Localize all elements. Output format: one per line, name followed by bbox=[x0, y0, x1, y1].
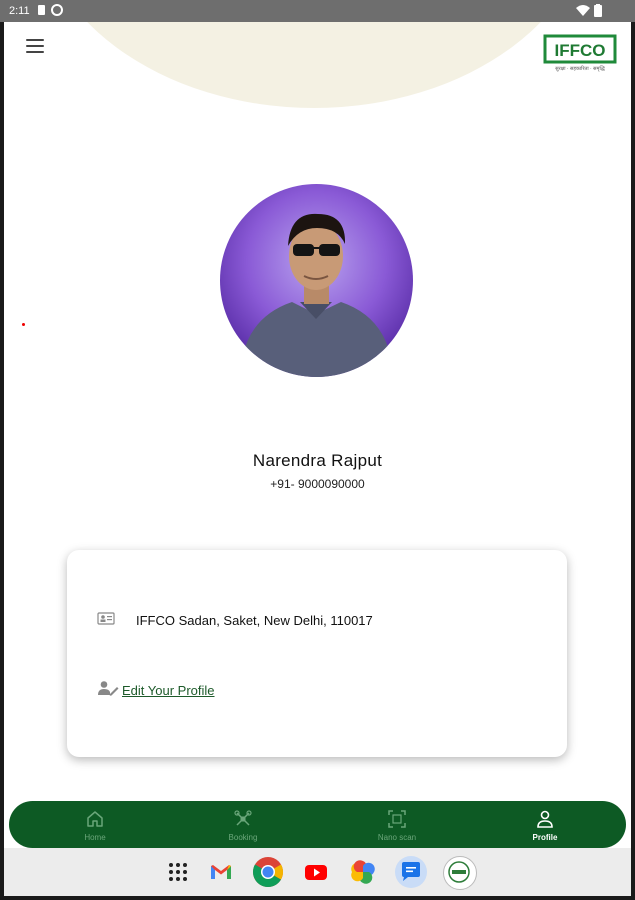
nav-profile[interactable]: Profile bbox=[495, 801, 595, 848]
profile-address: IFFCO Sadan, Saket, New Delhi, 110017 bbox=[136, 613, 373, 628]
system-dock bbox=[4, 848, 631, 896]
google-photos-icon[interactable] bbox=[347, 856, 379, 888]
nav-nano-scan[interactable]: Nano scan bbox=[347, 801, 447, 848]
id-card-icon bbox=[97, 612, 115, 625]
iffco-logo: IFFCO सुरक्षा · सहकारिता · समृद्धि bbox=[543, 34, 617, 74]
nav-profile-label: Profile bbox=[532, 833, 558, 842]
profile-phone: +91- 9000090000 bbox=[270, 477, 365, 491]
header-arc bbox=[34, 22, 594, 108]
shield-icon bbox=[51, 4, 63, 16]
profile-screen: IFFCO सुरक्षा · सहकारिता · समृद्धि Naren… bbox=[4, 22, 631, 848]
bottom-nav: Home Booking Nano scan Profile bbox=[9, 801, 626, 848]
svg-text:सुरक्षा · सहकारिता · समृद्धि: सुरक्षा · सहकारिता · समृद्धि bbox=[555, 65, 606, 72]
device-frame-bottom bbox=[0, 896, 635, 900]
profile-details-card: IFFCO Sadan, Saket, New Delhi, 110017 Ed… bbox=[67, 550, 567, 757]
svg-text:IFFCO: IFFCO bbox=[555, 41, 606, 60]
scan-icon bbox=[388, 810, 406, 828]
drone-icon bbox=[234, 810, 252, 826]
person-icon bbox=[537, 810, 553, 828]
red-dot bbox=[22, 323, 25, 326]
status-bar: 2:11 bbox=[0, 0, 635, 22]
nav-booking-label: Booking bbox=[228, 833, 258, 842]
home-icon bbox=[87, 811, 103, 827]
messages-icon[interactable] bbox=[395, 856, 427, 888]
status-time: 2:11 bbox=[9, 5, 30, 17]
nav-home[interactable]: Home bbox=[45, 801, 145, 848]
app-icon[interactable] bbox=[443, 856, 477, 890]
nav-home-label: Home bbox=[84, 833, 106, 842]
nav-nano-scan-label: Nano scan bbox=[377, 833, 417, 842]
battery-icon bbox=[594, 4, 602, 17]
profile-name: Narendra Rajput bbox=[252, 451, 383, 470]
avatar bbox=[220, 184, 413, 377]
edit-profile-link[interactable]: Edit Your Profile bbox=[122, 683, 215, 698]
youtube-icon[interactable] bbox=[300, 856, 332, 888]
sd-card-icon bbox=[38, 5, 45, 15]
wifi-icon bbox=[576, 5, 590, 16]
chrome-icon[interactable] bbox=[252, 856, 284, 888]
edit-profile-icon bbox=[98, 681, 119, 696]
gmail-icon[interactable] bbox=[205, 856, 237, 888]
menu-button[interactable] bbox=[26, 38, 46, 54]
nav-booking[interactable]: Booking bbox=[193, 801, 293, 848]
app-drawer-icon[interactable] bbox=[162, 856, 194, 888]
